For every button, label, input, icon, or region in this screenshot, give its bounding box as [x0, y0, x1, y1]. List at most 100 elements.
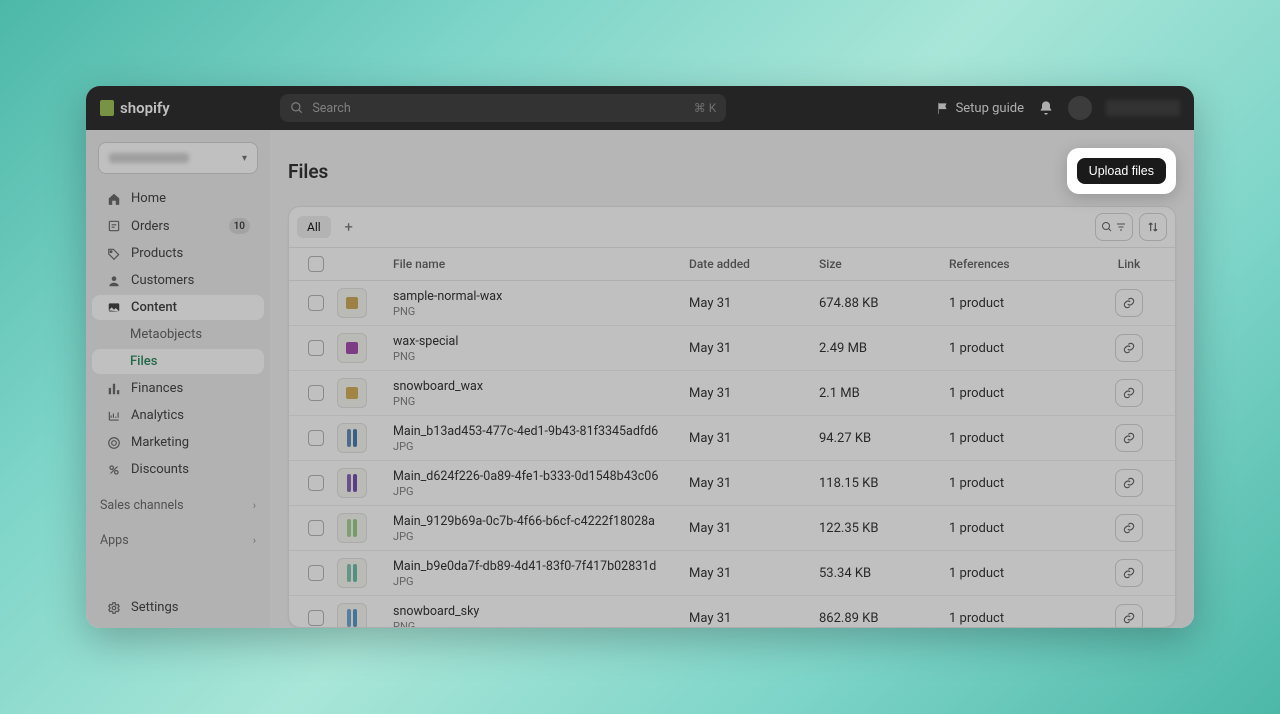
size-cell: 122.35 KB: [819, 521, 949, 536]
sidebar-item-home[interactable]: Home: [92, 186, 264, 211]
discounts-icon: [106, 462, 121, 477]
copy-link-button[interactable]: [1115, 559, 1143, 587]
chevron-right-icon: ›: [253, 499, 256, 512]
tab-all[interactable]: All: [297, 216, 331, 238]
sort-icon: [1146, 220, 1160, 234]
row-checkbox[interactable]: [308, 520, 324, 536]
logo: shopify: [100, 99, 170, 117]
row-checkbox[interactable]: [308, 610, 324, 626]
file-thumbnail: [337, 423, 367, 453]
notifications-button[interactable]: [1038, 100, 1054, 116]
home-icon: [106, 191, 121, 206]
sidebar-item-content[interactable]: Content: [92, 295, 264, 320]
select-all-checkbox[interactable]: [308, 256, 324, 272]
references-cell: 1 product: [949, 431, 1089, 446]
references-cell: 1 product: [949, 296, 1089, 311]
references-cell: 1 product: [949, 386, 1089, 401]
search-filter-button[interactable]: [1095, 213, 1133, 241]
table-row[interactable]: sample-normal-waxPNG May 31 674.88 KB 1 …: [289, 281, 1175, 326]
files-card: All + File name: [288, 206, 1176, 628]
copy-link-button[interactable]: [1115, 604, 1143, 628]
col-references: References: [949, 257, 1089, 271]
sidebar-item-settings[interactable]: Settings: [92, 595, 264, 620]
file-name-cell: Main_b13ad453-477c-4ed1-9b43-81f3345adfd…: [393, 424, 689, 453]
table-header: File name Date added Size References Lin…: [289, 248, 1175, 281]
sort-button[interactable]: [1139, 213, 1167, 241]
size-cell: 94.27 KB: [819, 431, 949, 446]
references-cell: 1 product: [949, 476, 1089, 491]
avatar[interactable]: [1068, 96, 1092, 120]
copy-link-button[interactable]: [1115, 289, 1143, 317]
search-shortcut: ⌘ K: [694, 101, 717, 115]
chevron-right-icon: ›: [253, 534, 256, 547]
sidebar-item-products[interactable]: Products: [92, 241, 264, 266]
table-row[interactable]: Main_b13ad453-477c-4ed1-9b43-81f3345adfd…: [289, 416, 1175, 461]
sidebar-item-discounts[interactable]: Discounts: [92, 457, 264, 482]
copy-link-button[interactable]: [1115, 379, 1143, 407]
table-row[interactable]: wax-specialPNG May 31 2.49 MB 1 product: [289, 326, 1175, 371]
sidebar-item-customers[interactable]: Customers: [92, 268, 264, 293]
table-row[interactable]: snowboard_skyPNG May 31 862.89 KB 1 prod…: [289, 596, 1175, 628]
upload-files-button[interactable]: Upload files: [1077, 158, 1166, 184]
file-name-cell: Main_d624f226-0a89-4fe1-b333-0d1548b43c0…: [393, 469, 689, 498]
date-cell: May 31: [689, 566, 819, 581]
file-thumbnail: [337, 288, 367, 318]
table-row[interactable]: snowboard_waxPNG May 31 2.1 MB 1 product: [289, 371, 1175, 416]
date-cell: May 31: [689, 521, 819, 536]
search-icon: [290, 101, 304, 115]
references-cell: 1 product: [949, 521, 1089, 536]
gear-icon: [106, 600, 121, 615]
date-cell: May 31: [689, 386, 819, 401]
file-name-cell: Main_9129b69a-0c7b-4f66-b6cf-c4222f18028…: [393, 514, 689, 543]
table-row[interactable]: Main_9129b69a-0c7b-4f66-b6cf-c4222f18028…: [289, 506, 1175, 551]
brand-name: shopify: [120, 99, 170, 117]
link-icon: [1122, 386, 1136, 400]
link-icon: [1122, 611, 1136, 625]
sidebar-section-apps[interactable]: Apps›: [86, 525, 270, 552]
row-checkbox[interactable]: [308, 565, 324, 581]
search-input[interactable]: Search ⌘ K: [280, 94, 726, 122]
file-thumbnail: [337, 333, 367, 363]
link-icon: [1122, 476, 1136, 490]
col-link: Link: [1089, 257, 1169, 271]
copy-link-button[interactable]: [1115, 469, 1143, 497]
file-thumbnail: [337, 378, 367, 408]
upload-highlight: Upload files: [1067, 148, 1176, 194]
add-tab-button[interactable]: +: [337, 215, 361, 239]
size-cell: 2.49 MB: [819, 341, 949, 356]
file-name-cell: snowboard_skyPNG: [393, 604, 689, 629]
user-name: [1106, 100, 1180, 116]
filter-icon: [1115, 221, 1127, 233]
file-thumbnail: [337, 558, 367, 588]
sidebar: ▾ Home Orders10 Products Customers Conte…: [86, 130, 270, 628]
row-checkbox[interactable]: [308, 430, 324, 446]
date-cell: May 31: [689, 431, 819, 446]
shopify-badge-icon: [100, 100, 114, 116]
row-checkbox[interactable]: [308, 340, 324, 356]
sidebar-item-analytics[interactable]: Analytics: [92, 403, 264, 428]
link-icon: [1122, 296, 1136, 310]
main: Files Upload files All +: [270, 130, 1194, 628]
table-row[interactable]: Main_b9e0da7f-db89-4d41-83f0-7f417b02831…: [289, 551, 1175, 596]
date-cell: May 31: [689, 296, 819, 311]
sidebar-item-metaobjects[interactable]: Metaobjects: [92, 322, 264, 347]
copy-link-button[interactable]: [1115, 424, 1143, 452]
row-checkbox[interactable]: [308, 475, 324, 491]
setup-guide-link[interactable]: Setup guide: [936, 101, 1024, 116]
sidebar-item-files[interactable]: Files: [92, 349, 264, 374]
size-cell: 118.15 KB: [819, 476, 949, 491]
store-selector[interactable]: ▾: [98, 142, 258, 174]
size-cell: 862.89 KB: [819, 611, 949, 626]
col-date-added: Date added: [689, 257, 819, 271]
copy-link-button[interactable]: [1115, 514, 1143, 542]
row-checkbox[interactable]: [308, 385, 324, 401]
sidebar-section-sales-channels[interactable]: Sales channels›: [86, 490, 270, 517]
sidebar-item-marketing[interactable]: Marketing: [92, 430, 264, 455]
sidebar-item-orders[interactable]: Orders10: [92, 213, 264, 239]
copy-link-button[interactable]: [1115, 334, 1143, 362]
sidebar-item-finances[interactable]: Finances: [92, 376, 264, 401]
row-checkbox[interactable]: [308, 295, 324, 311]
link-icon: [1122, 521, 1136, 535]
topbar: shopify Search ⌘ K Setup guide: [86, 86, 1194, 130]
table-row[interactable]: Main_d624f226-0a89-4fe1-b333-0d1548b43c0…: [289, 461, 1175, 506]
